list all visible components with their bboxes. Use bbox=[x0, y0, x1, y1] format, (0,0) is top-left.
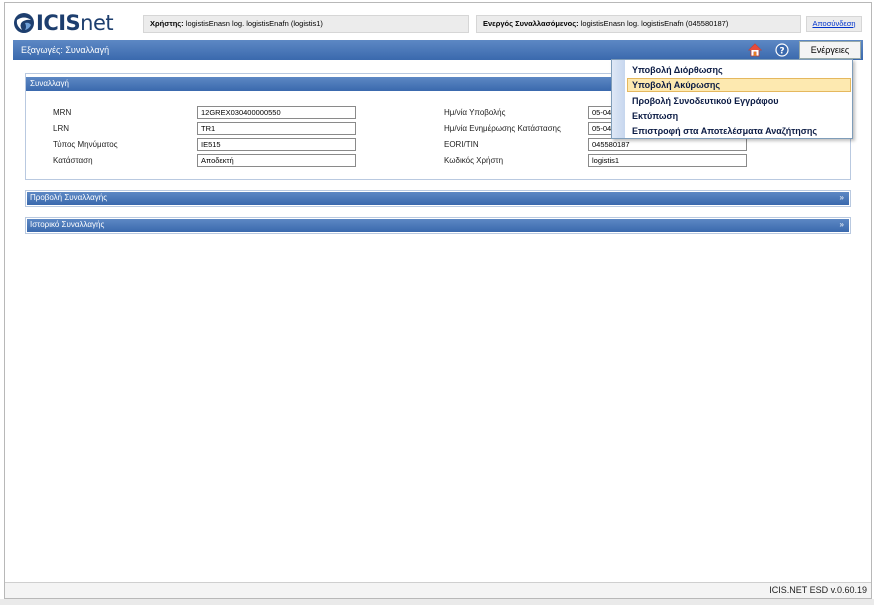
logout-link[interactable]: Αποσύνδεση bbox=[806, 16, 862, 32]
expand-icon: » bbox=[839, 193, 844, 202]
status-footer: ICIS.NET ESD v.0.60.19 bbox=[5, 582, 871, 598]
status-update-date-label: Ημ/νία Ενημέρωσης Κατάστασης bbox=[444, 124, 561, 133]
globe-logo-icon bbox=[14, 13, 34, 33]
active-trader-info: Ενεργός Συναλλασόμενος: logistisEnasn lo… bbox=[476, 15, 801, 33]
home-icon[interactable] bbox=[748, 43, 762, 57]
status-field[interactable]: Αποδεκτή bbox=[197, 154, 356, 167]
lrn-label: LRN bbox=[53, 124, 70, 133]
trader-label: Ενεργός Συναλλασόμενος: bbox=[483, 19, 579, 28]
mrn-label: MRN bbox=[53, 108, 72, 117]
page-titlebar: Εξαγωγές: Συναλλαγή ? Ενέργειες bbox=[13, 40, 863, 60]
user-code-label: Κωδικός Χρήστη bbox=[444, 156, 504, 165]
view-transaction-section: Προβολή Συναλλαγής » bbox=[25, 190, 851, 207]
page-title: Εξαγωγές: Συναλλαγή bbox=[21, 45, 110, 55]
menu-item-back-to-search-results[interactable]: Επιστροφή στα Αποτελέσματα Αναζήτησης bbox=[627, 124, 851, 138]
menu-item-print[interactable]: Εκτύπωση bbox=[627, 109, 851, 123]
app-logo: ICISnet bbox=[13, 11, 114, 35]
user-info: Χρήστης: logistisEnasn log. logistisEnaf… bbox=[143, 15, 469, 33]
help-icon[interactable]: ? bbox=[775, 43, 789, 57]
view-transaction-title: Προβολή Συναλλαγής bbox=[30, 193, 108, 202]
logo-text: ICISnet bbox=[36, 11, 114, 35]
lrn-field[interactable]: TR1 bbox=[197, 122, 356, 135]
mrn-field[interactable]: 12GREX030400000550 bbox=[197, 106, 356, 119]
menu-item-submit-correction[interactable]: Υποβολή Διόρθωσης bbox=[627, 63, 851, 77]
user-code-field[interactable]: logistis1 bbox=[588, 154, 747, 167]
app-frame: ICISnet Χρήστης: logistisEnasn log. logi… bbox=[4, 2, 872, 599]
expand-icon: » bbox=[839, 220, 844, 229]
eori-tin-field[interactable]: 045580187 bbox=[588, 138, 747, 151]
status-label: Κατάσταση bbox=[53, 156, 93, 165]
svg-text:?: ? bbox=[779, 47, 784, 57]
view-transaction-header[interactable]: Προβολή Συναλλαγής » bbox=[27, 192, 849, 205]
user-value: logistisEnasn log. logistisEnafn (logist… bbox=[185, 19, 323, 28]
menu-icon-strip bbox=[612, 60, 625, 138]
actions-menu: Υποβολή Διόρθωσης Υποβολή Ακύρωσης Προβο… bbox=[611, 59, 853, 139]
trader-value: logistisEnasn log. logistisEnafn (045580… bbox=[580, 19, 729, 28]
transaction-history-title: Ιστορικό Συναλλαγής bbox=[30, 220, 105, 229]
bottom-strip bbox=[0, 599, 874, 605]
transaction-history-section: Ιστορικό Συναλλαγής » bbox=[25, 217, 851, 234]
eori-tin-label: EORI/TIN bbox=[444, 140, 479, 149]
transaction-history-header[interactable]: Ιστορικό Συναλλαγής » bbox=[27, 219, 849, 232]
actions-button[interactable]: Ενέργειες bbox=[799, 41, 861, 59]
version-label: ICIS.NET ESD v.0.60.19 bbox=[769, 585, 867, 595]
menu-item-view-accompanying-document[interactable]: Προβολή Συνοδευτικού Εγγράφου bbox=[627, 94, 851, 108]
submission-date-label: Ημ/νία Υποβολής bbox=[444, 108, 506, 117]
logo-text-net: net bbox=[80, 11, 114, 35]
logo-text-icis: ICIS bbox=[36, 11, 81, 35]
user-label: Χρήστης: bbox=[150, 19, 184, 28]
message-type-label: Τύπος Μηνύματος bbox=[53, 140, 118, 149]
menu-item-submit-cancellation[interactable]: Υποβολή Ακύρωσης bbox=[627, 78, 851, 92]
message-type-field[interactable]: IE515 bbox=[197, 138, 356, 151]
app-header: ICISnet Χρήστης: logistisEnasn log. logi… bbox=[5, 3, 871, 41]
